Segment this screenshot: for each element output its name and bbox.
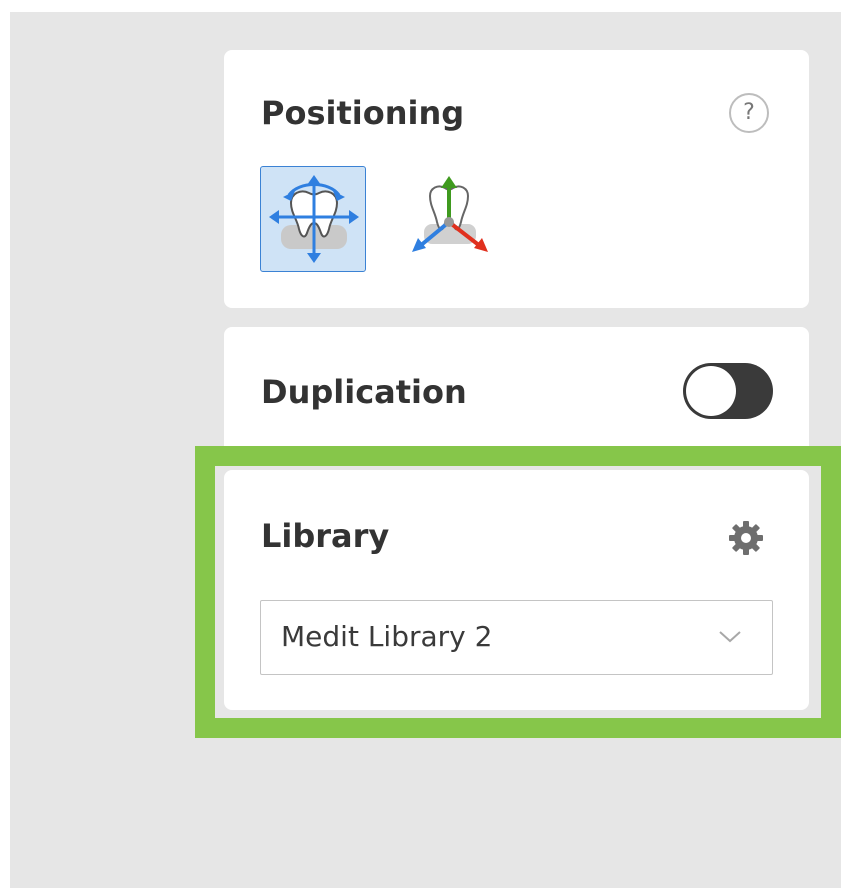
duplication-toggle[interactable] [683,363,773,419]
viewport: Positioning ? Duplication Library Medit … [0,0,841,888]
move-rotate-tool-button[interactable] [260,166,366,272]
move-rotate-icon [269,175,359,263]
library-card: Library Medit Library 2 [224,470,809,710]
toggle-knob [686,366,736,416]
positioning-card: Positioning ? [224,50,809,308]
chevron-down-icon [719,631,741,643]
help-button[interactable]: ? [729,93,769,133]
duplication-card: Duplication [224,327,809,450]
library-select-value: Medit Library 2 [281,620,493,653]
help-icon: ? [743,100,755,125]
positioning-title: Positioning [261,94,465,132]
gear-icon[interactable] [726,518,766,558]
axis-gizmo-tool-button[interactable] [396,166,502,272]
axis-gizmo-icon [412,176,488,252]
duplication-title: Duplication [261,373,467,411]
library-select[interactable]: Medit Library 2 [260,600,773,675]
library-title: Library [261,517,390,555]
